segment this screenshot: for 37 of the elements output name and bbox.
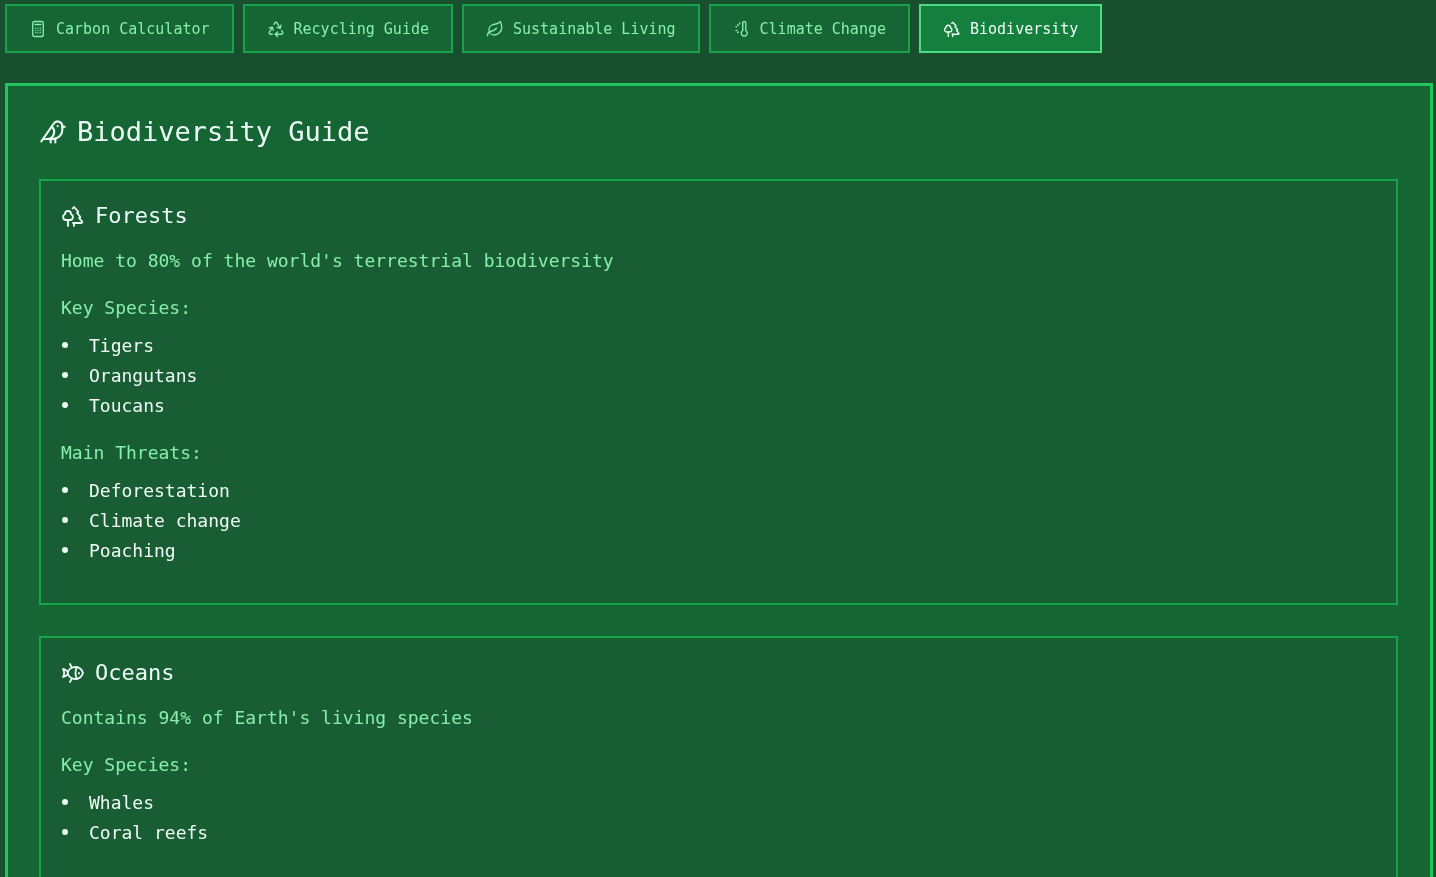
list-item: Toucans [89, 394, 165, 416]
list-item: Tigers [89, 334, 155, 356]
bullet-icon [62, 342, 68, 348]
thermometer-icon [732, 19, 751, 38]
habitat-fact: Contains 94% of Earth's living species [61, 707, 474, 728]
nav-tab[interactable]: Climate Change [708, 4, 910, 53]
nav-tab[interactable]: Sustainable Living [462, 4, 700, 53]
nav-tab[interactable]: Carbon Calculator [5, 4, 234, 53]
group-heading: Main Threats: [61, 442, 203, 463]
list-item: Orangutans [89, 364, 198, 386]
nav-tab[interactable]: Biodiversity [919, 4, 1103, 53]
bullet-icon [62, 547, 68, 553]
fish-icon [61, 660, 85, 685]
guide-title: Biodiversity Guide [77, 116, 370, 147]
list-item: Poaching [89, 539, 176, 561]
nav-tab[interactable]: Recycling Guide [242, 4, 453, 53]
bullet-icon [62, 829, 68, 835]
list-item: Whales [89, 791, 155, 813]
recycle-icon [266, 19, 285, 38]
habitat-name: Forests [95, 203, 188, 228]
trees-icon [943, 19, 961, 38]
bullet-icon [62, 487, 68, 493]
bird-icon [39, 117, 67, 146]
trees-icon [61, 203, 85, 228]
list-item: Coral reefs [89, 821, 209, 843]
habitat-name: Oceans [95, 660, 175, 685]
group-heading: Key Species: [61, 754, 193, 775]
calculator-icon [29, 19, 47, 38]
list-item: Deforestation [89, 479, 230, 501]
bullet-icon [62, 402, 68, 408]
bullet-icon [62, 799, 68, 805]
bullet-icon [62, 372, 68, 378]
list-item: Climate change [89, 509, 241, 531]
bullet-icon [62, 517, 68, 523]
leaf-icon [486, 19, 504, 38]
group-heading: Key Species: [61, 297, 193, 318]
habitat-fact: Home to 80% of the world's terrestrial biodiversity [61, 250, 615, 271]
